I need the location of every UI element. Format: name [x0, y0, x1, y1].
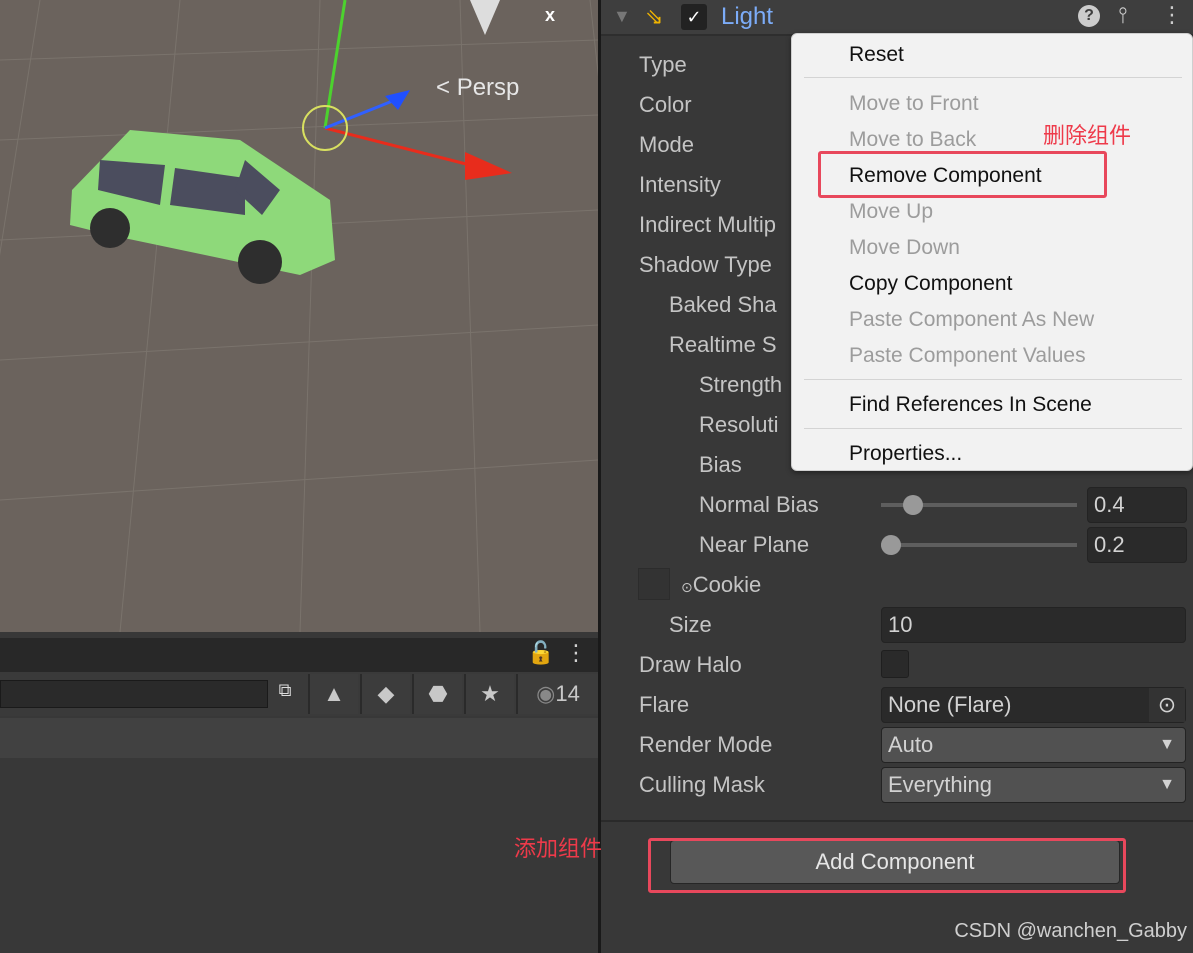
menu-item-copy-component[interactable]: Copy Component [849, 266, 1012, 302]
annotation-box-add [648, 838, 1126, 893]
light-icon: ⇘ [645, 4, 664, 29]
menu-separator [804, 77, 1182, 78]
toolbar: ⧉ ▲ ◆ ⬣ ★ ◉ 14 [0, 672, 598, 716]
menu-item-move-down: Move Down [849, 236, 960, 259]
more-options-icon[interactable]: ⋮ [565, 640, 587, 666]
chevron-down-icon: ▼ [1159, 776, 1175, 793]
mode-label: Mode [639, 132, 695, 157]
indirect-multiplier-label: Indirect Multip [639, 212, 776, 237]
menu-item-reset[interactable]: Reset [849, 37, 904, 73]
watermark: CSDN @wanchen_Gabby [954, 920, 1187, 942]
type-filter-icon[interactable]: ▲ [308, 674, 358, 714]
flare-value: None (Flare) [888, 692, 1012, 717]
panel-header: 🔓 ⋮ [0, 638, 598, 672]
scene-view[interactable]: < Persp x [0, 0, 598, 632]
warning-icon[interactable]: ⬣ [412, 674, 462, 714]
car-model [70, 130, 335, 284]
help-icon[interactable]: ? [1078, 5, 1100, 27]
presets-icon[interactable]: ⫯ [1118, 2, 1128, 28]
intensity-label: Intensity [639, 172, 721, 197]
chevron-down-icon: ▼ [1159, 736, 1175, 753]
menu-item-move-up: Move Up [849, 200, 934, 223]
component-title: Light [721, 3, 774, 30]
annotation-box-remove [818, 151, 1107, 198]
normal-bias-field[interactable]: 0.4 [1087, 487, 1187, 523]
hierarchy-panel: 🔓 ⋮ ⧉ ▲ ◆ ⬣ ★ ◉ 14 [0, 632, 598, 953]
cookie-label: ⊙Cookie [681, 565, 761, 605]
view-mode-label[interactable]: < Persp [436, 74, 519, 102]
component-context-menu: Reset Move to Front Move to Back Remove … [791, 33, 1193, 471]
menu-item-find-references[interactable]: Find References In Scene [849, 387, 1092, 423]
foldout-arrow-icon[interactable]: ▼ [613, 6, 631, 27]
eye-icon: ◉ [536, 681, 556, 706]
type-label: Type [639, 52, 687, 77]
object-picker-icon[interactable]: ⊙ [1149, 688, 1185, 722]
render-mode-dropdown[interactable]: Auto ▼ [881, 727, 1186, 763]
normal-bias-slider[interactable] [881, 495, 1077, 515]
flare-field[interactable]: None (Flare) ⊙ [881, 687, 1186, 723]
persp-text: Persp [456, 74, 520, 101]
open-window-icon[interactable]: ⧉ [270, 680, 300, 708]
near-plane-field[interactable]: 0.2 [1087, 527, 1187, 563]
component-menu-icon[interactable]: ⋮ [1161, 2, 1183, 28]
color-label: Color [639, 92, 692, 117]
menu-item-paste-as-new: Paste Component As New [849, 308, 1095, 331]
visibility-toggle[interactable]: ◉ 14 [516, 674, 598, 714]
baked-shadow-label: Baked Sha [669, 292, 777, 317]
list-row[interactable] [0, 718, 598, 758]
size-label: Size [669, 612, 712, 637]
culling-mask-label: Culling Mask [639, 772, 765, 797]
menu-item-move-to-front: Move to Front [849, 92, 979, 115]
near-plane-slider[interactable] [881, 535, 1077, 555]
menu-separator [804, 428, 1182, 429]
visible-count: 14 [555, 681, 580, 706]
draw-halo-label: Draw Halo [639, 652, 742, 677]
menu-item-paste-values: Paste Component Values [849, 344, 1086, 367]
favorite-star-icon[interactable]: ★ [464, 674, 514, 714]
search-input[interactable] [0, 680, 268, 708]
cookie-text: Cookie [692, 572, 762, 597]
object-picker-icon[interactable]: ⊙ [681, 579, 693, 595]
size-field[interactable]: 10 [881, 607, 1186, 643]
gizmo-x-label[interactable]: x [545, 5, 555, 26]
enabled-checkbox[interactable]: ✓ [681, 4, 707, 30]
menu-item-properties[interactable]: Properties... [849, 436, 962, 472]
bias-label: Bias [699, 452, 742, 477]
render-mode-value: Auto [888, 732, 934, 757]
draw-halo-checkbox[interactable] [881, 650, 909, 678]
flare-label: Flare [639, 692, 690, 717]
annotation-remove: 删除组件 [1043, 123, 1132, 148]
realtime-shadows-label: Realtime S [669, 332, 777, 357]
strength-label: Strength [699, 372, 783, 397]
slider-knob[interactable] [881, 535, 901, 555]
resolution-label: Resoluti [699, 412, 779, 437]
menu-separator [804, 379, 1182, 380]
annotation-add: 添加组件 [514, 836, 603, 861]
render-mode-label: Render Mode [639, 732, 773, 757]
culling-mask-dropdown[interactable]: Everything ▼ [881, 767, 1186, 803]
near-plane-slider-row: 0.2 [601, 525, 1193, 565]
label-filter-icon[interactable]: ◆ [360, 674, 410, 714]
component-header[interactable]: ▼ ⇘ ✓ Light ? ⫯ ⋮ [601, 0, 1193, 36]
divider [601, 820, 1193, 822]
normal-bias-slider-row: 0.4 [601, 485, 1193, 525]
cookie-texture-slot[interactable] [638, 568, 670, 600]
shadow-type-label: Shadow Type [639, 252, 772, 277]
lock-icon[interactable]: 🔓 [527, 640, 554, 666]
slider-knob[interactable] [903, 495, 923, 515]
culling-mask-value: Everything [888, 772, 992, 797]
